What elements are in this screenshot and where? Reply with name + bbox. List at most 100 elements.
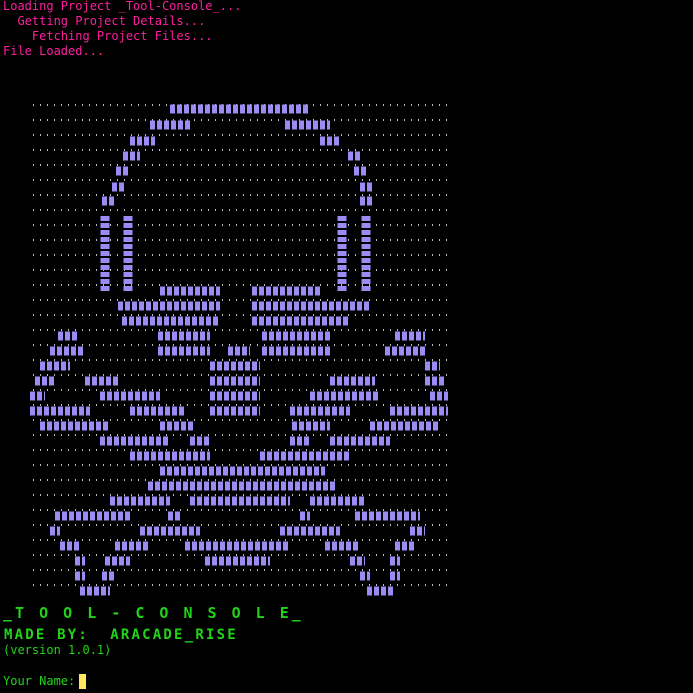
ascii-dot [376,119,377,121]
name-prompt[interactable]: Your Name: [3,673,87,689]
ascii-dot [208,329,209,331]
ascii-dot [54,314,55,316]
ascii-dot [404,419,405,421]
ascii-dot [54,164,55,166]
ascii-dot [215,479,216,481]
ascii-dot [236,509,237,511]
ascii-dot [194,239,195,241]
ascii-dot [390,119,391,121]
ascii-dot [271,434,272,436]
ascii-dot [75,524,76,526]
ascii-dot [432,239,433,241]
ascii-dot [369,194,370,196]
ascii-dot [348,224,349,226]
ascii-dot [131,509,132,511]
ascii-dot [362,419,363,421]
ascii-dot [313,344,314,346]
ascii-dot [264,224,265,226]
ascii-dot [285,164,286,166]
ascii-dot [355,104,356,106]
ascii-dot [334,164,335,166]
ascii-dot [362,209,363,211]
ascii-dot [397,299,398,301]
ascii-dot [418,509,419,511]
ascii-dot [96,464,97,466]
ascii-dot [208,314,209,316]
ascii-dot [278,584,279,586]
ascii-dot [278,494,279,496]
ascii-dot [138,299,139,301]
ascii-dot [159,194,160,196]
ascii-dot [47,194,48,196]
ascii-dot [159,524,160,526]
ascii-dot [411,419,412,421]
ascii-dot [271,359,272,361]
ascii-dot [222,344,223,346]
ascii-dot [292,389,293,391]
ascii-dot [411,509,412,511]
ascii-dot [215,284,216,286]
ascii-dot [348,329,349,331]
ascii-dot [117,254,118,256]
ascii-dot [292,569,293,571]
ascii-dot [411,119,412,121]
ascii-dot [75,119,76,121]
ascii-dot [201,434,202,436]
ascii-dot [131,119,132,121]
ascii-dot [271,389,272,391]
ascii-dot [446,284,447,286]
ascii-dot [110,389,111,391]
ascii-dot [362,434,363,436]
ascii-dot [61,554,62,556]
ascii-dot [439,179,440,181]
ascii-dot [75,314,76,316]
ascii-dot [152,404,153,406]
ascii-dot [369,494,370,496]
ascii-dot [383,359,384,361]
ascii-dot [250,464,251,466]
ascii-dot [40,509,41,511]
ascii-dot [418,224,419,226]
ascii-dot [411,239,412,241]
ascii-dot [432,509,433,511]
ascii-dot [229,149,230,151]
ascii-dot [299,329,300,331]
ascii-dot [306,254,307,256]
ascii-dot [292,359,293,361]
ascii-dot [54,329,55,331]
ascii-dot [152,539,153,541]
ascii-dot [285,479,286,481]
ascii-dot [446,584,447,586]
ascii-dot [96,314,97,316]
ascii-dot [285,344,286,346]
ascii-dot [166,269,167,271]
ascii-dot [61,299,62,301]
ascii-dot [124,119,125,121]
ascii-dot [173,434,174,436]
ascii-dot [432,539,433,541]
ascii-dot [334,179,335,181]
ascii-dot [208,524,209,526]
ascii-dot [376,569,377,571]
ascii-dot [159,479,160,481]
ascii-dot [159,404,160,406]
ascii-dot [138,389,139,391]
ascii-dot [439,524,440,526]
ascii-dot [145,299,146,301]
ascii-dot [411,404,412,406]
ascii-dot [61,509,62,511]
ascii-dot [138,494,139,496]
text-cursor[interactable] [79,673,87,689]
ascii-dot [404,509,405,511]
ascii-dot [96,329,97,331]
ascii-dot [327,539,328,541]
ascii-dot [306,464,307,466]
ascii-dot [173,554,174,556]
ascii-dot [257,554,258,556]
ascii-dot [152,419,153,421]
ascii-dot [152,104,153,106]
ascii-dot [348,434,349,436]
ascii-dot [229,449,230,451]
ascii-dot [82,269,83,271]
ascii-dot [173,509,174,511]
